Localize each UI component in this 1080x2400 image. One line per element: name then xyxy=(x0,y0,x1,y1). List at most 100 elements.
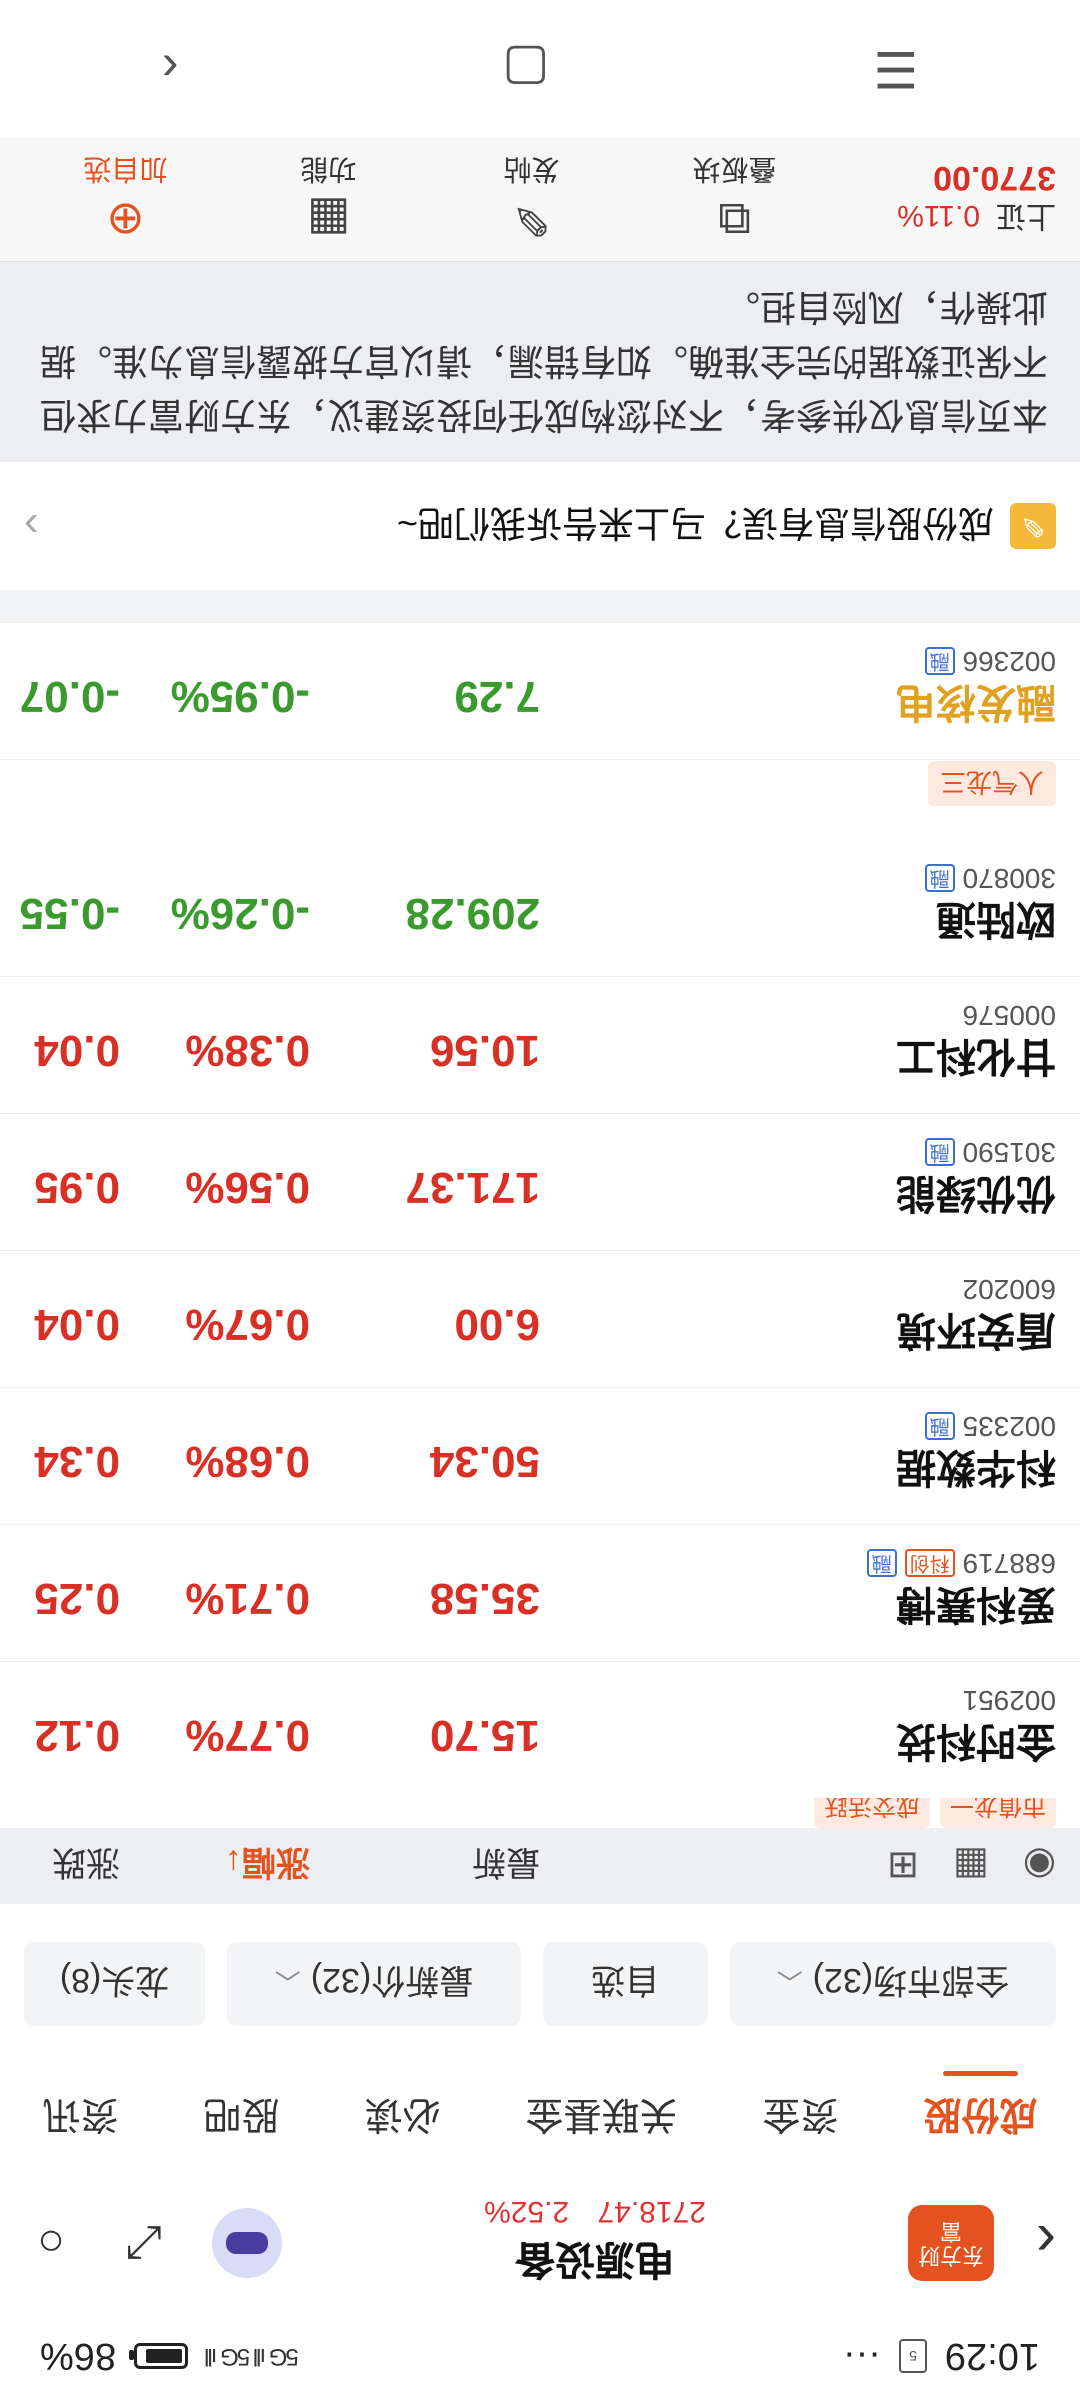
stock-pct: 0.68% xyxy=(185,1437,310,1486)
functions-button[interactable]: ▦ 功能 xyxy=(227,152,430,248)
stock-list: 市值龙一 成交活跃 金时科技 002951 15.70 0.77% 0.12 爱… xyxy=(0,622,1080,1828)
star-market-badge: 科创 xyxy=(904,1549,955,1577)
stock-code: 002951 xyxy=(962,1685,1056,1716)
home-icon[interactable]: ▢ xyxy=(502,40,549,98)
post-label: 发帖 xyxy=(503,154,560,186)
menu-icon[interactable]: ☰ xyxy=(873,40,918,98)
grid-icon: ▦ xyxy=(306,194,351,247)
stack-board-icon: ⧉ xyxy=(718,194,751,247)
stock-change: 0.04 xyxy=(34,1300,120,1349)
eye-icon[interactable]: ◉ xyxy=(1023,1844,1056,1889)
stock-change: 0.25 xyxy=(34,1574,120,1623)
self-select-label: 自选 xyxy=(591,1961,660,2000)
stock-name: 优优绿能 xyxy=(896,1171,1056,1215)
expand-icon[interactable]: ⤢ xyxy=(118,2216,172,2270)
market-filter[interactable]: 全部市场(32) ︿ xyxy=(729,1942,1056,2026)
margin-badge: 融 xyxy=(924,1138,955,1166)
leader-filter-label: 龙头(8) xyxy=(59,1961,170,2000)
status-bar: 10:29 5 ··· 5G ıll 5G ıll 86% xyxy=(0,2312,1080,2400)
self-select-filter[interactable]: 自选 xyxy=(542,1942,708,2026)
sector-title: 电源设备 xyxy=(515,2237,675,2281)
stack-board-label: 叠板块 xyxy=(692,154,777,186)
sim-icon: 5 xyxy=(898,2339,927,2373)
stock-pct: -0.95% xyxy=(170,672,310,721)
chevron-right-icon: › xyxy=(24,502,39,551)
tab-forum[interactable]: 股吧 xyxy=(198,2072,286,2167)
stock-price: 15.70 xyxy=(429,1711,540,1760)
stock-change: -0.07 xyxy=(19,672,120,721)
leader-filter[interactable]: 龙头(8) xyxy=(24,1942,206,2026)
stock-price: 171.37 xyxy=(405,1163,540,1212)
stock-code: 000576 xyxy=(962,1000,1056,1031)
app-header: ‹ 东方财富 电源设备 2718.47 2.52% ⤢ ○ xyxy=(0,2174,1080,2312)
system-nav-bar: ☰ ▢ ‹ xyxy=(0,0,1080,138)
column-pct-sorted[interactable]: 涨幅↓ xyxy=(225,1842,310,1891)
table-row[interactable]: 欧陆通 300870 融 人气龙三 209.28 -0.26% -0.55 xyxy=(0,759,1080,976)
stock-name: 融发核电 xyxy=(896,680,1056,724)
feedback-banner[interactable]: ✎ 成份股信息有误？马上来告诉我们吧~ › xyxy=(0,462,1080,590)
latest-price-filter[interactable]: 最新价(32) ︿ xyxy=(227,1942,521,2026)
post-button[interactable]: ✎ 发帖 xyxy=(430,152,633,248)
table-row[interactable]: 科华数据 002335 融 50.34 0.68% 0.34 xyxy=(0,1387,1080,1524)
tab-constituents[interactable]: 成份股 xyxy=(918,2072,1044,2167)
stock-pct: 0.77% xyxy=(185,1711,310,1760)
stock-change: 0.34 xyxy=(34,1437,120,1486)
signal-icon: 5G ıll 5G ıll xyxy=(206,2343,299,2370)
column-change[interactable]: 涨跌 xyxy=(52,1842,120,1891)
add-watchlist-button[interactable]: ⊕ 加自选 xyxy=(24,152,227,248)
battery-level: 86% xyxy=(40,2335,117,2378)
stock-name: 甘化科工 xyxy=(896,1034,1056,1078)
sector-title-block: 电源设备 2718.47 2.52% xyxy=(282,2194,908,2292)
tab-news[interactable]: 资讯 xyxy=(37,2072,125,2167)
chevron-down-icon: ︿ xyxy=(274,1967,301,1998)
tab-funds[interactable]: 资金 xyxy=(757,2072,845,2167)
index-pct: 0.11% xyxy=(897,199,980,232)
stock-code: 002335 xyxy=(962,1411,1056,1442)
feedback-edit-icon: ✎ xyxy=(1010,503,1056,549)
chevron-left-icon[interactable]: ‹ xyxy=(1006,2209,1056,2278)
stock-pct: 0.67% xyxy=(185,1300,310,1349)
tag-market-cap: 市值龙一 xyxy=(940,1798,1056,1828)
table-row[interactable]: 融发核电 002366 融 7.29 -0.95% -0.07 xyxy=(0,622,1080,759)
sector-quote: 2718.47 2.52% xyxy=(282,2194,908,2228)
index-name: 上证 xyxy=(996,199,1056,232)
table-row[interactable]: 金时科技 002951 15.70 0.77% 0.12 xyxy=(0,1661,1080,1798)
margin-badge: 融 xyxy=(866,1549,897,1577)
stock-change: 0.04 xyxy=(34,1026,120,1075)
table-row[interactable]: 优优绿能 301590 融 171.37 0.56% 0.95 xyxy=(0,1113,1080,1250)
plus-circle-icon: ⊕ xyxy=(106,194,145,247)
tab-must-read[interactable]: 必读 xyxy=(359,2072,447,2167)
eastmoney-logo: 东方财富 xyxy=(908,2205,994,2281)
stock-change: 0.12 xyxy=(34,1711,120,1760)
stock-pct: 0.38% xyxy=(185,1026,310,1075)
stock-name: 盾安环境 xyxy=(896,1308,1056,1352)
tab-related-funds[interactable]: 关联基金 xyxy=(520,2072,684,2167)
grid-icon[interactable]: ▦ xyxy=(953,1844,989,1889)
status-time: 10:29 xyxy=(944,2335,1040,2378)
table-row[interactable]: 盾安环境 600202 6.00 0.67% 0.04 xyxy=(0,1250,1080,1387)
back-icon[interactable]: ‹ xyxy=(162,40,179,98)
bottom-toolbar: 上证 0.11% 3770.00 ⧉ 叠板块 ✎ 发帖 ▦ 功能 ⊕ 加自选 xyxy=(0,138,1080,262)
column-header: ◉ ▦ ⊞ 最新 涨幅↓ 涨跌 xyxy=(0,1828,1080,1904)
stack-board-button[interactable]: ⧉ 叠板块 xyxy=(633,152,836,248)
column-latest[interactable]: 最新 xyxy=(472,1842,540,1891)
tag-active-trading: 成交活跃 xyxy=(814,1798,930,1828)
market-filter-label: 全部市场(32) xyxy=(812,1961,1010,2000)
stock-pct: 0.56% xyxy=(185,1163,310,1212)
stock-change: -0.55 xyxy=(19,889,120,938)
table-row[interactable]: 甘化科工 000576 10.56 0.38% 0.04 xyxy=(0,976,1080,1113)
stock-name: 科华数据 xyxy=(896,1445,1056,1489)
stock-code: 300870 xyxy=(962,863,1056,894)
stock-code: 688719 xyxy=(962,1548,1056,1579)
edit-icon: ✎ xyxy=(512,194,551,247)
search-icon[interactable]: ○ xyxy=(24,2216,78,2270)
stock-pct: -0.26% xyxy=(170,889,310,938)
stock-code: 600202 xyxy=(962,1274,1056,1305)
ai-assistant-icon[interactable] xyxy=(212,2208,282,2278)
add-column-icon[interactable]: ⊞ xyxy=(887,1844,919,1889)
list-tags: 市值龙一 成交活跃 xyxy=(0,1798,1080,1828)
index-ticker[interactable]: 上证 0.11% 3770.00 xyxy=(836,158,1056,241)
table-row[interactable]: 爱科赛博 688719 科创 融 35.58 0.71% 0.25 xyxy=(0,1524,1080,1661)
functions-label: 功能 xyxy=(300,154,357,186)
index-price: 3770.00 xyxy=(933,159,1056,197)
